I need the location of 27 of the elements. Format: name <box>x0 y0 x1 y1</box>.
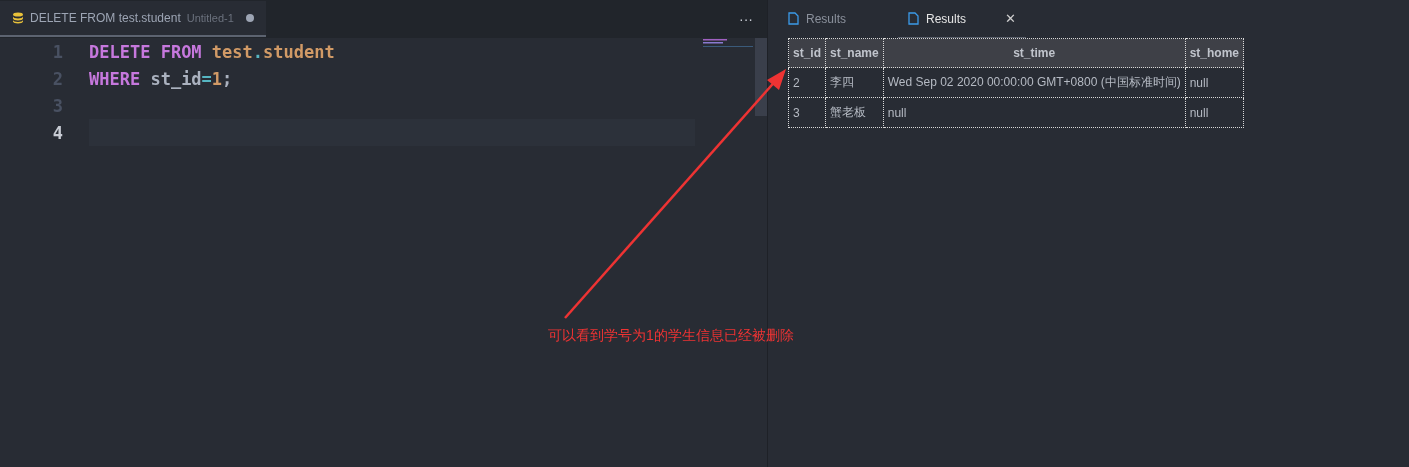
code-line: DELETE FROM test.student <box>89 41 335 62</box>
table-cell: 2 <box>788 67 826 98</box>
table-cell: null <box>883 97 1186 128</box>
tab-subtitle: Untitled-1 <box>186 12 234 24</box>
column-header: st_time <box>883 38 1186 68</box>
column-header: st_id <box>788 38 826 68</box>
table-cell: Wed Sep 02 2020 00:00:00 GMT+0800 (中国标准时间) <box>883 67 1186 98</box>
column-header: st_name <box>825 38 884 68</box>
file-icon <box>908 12 919 25</box>
table-cell: 蟹老板 <box>825 97 884 128</box>
more-actions-button[interactable]: ··· <box>739 11 753 27</box>
table-cell: null <box>1185 67 1244 98</box>
database-icon <box>12 12 24 24</box>
table-cell: null <box>1185 97 1244 128</box>
editor-tab[interactable]: DELETE FROM test.student Untitled-1 <box>0 1 266 37</box>
scrollbar[interactable] <box>755 38 767 116</box>
code-line: WHERE st_id=1; <box>89 68 233 89</box>
annotation-text: 可以看到学号为1的学生信息已经被删除 <box>548 327 794 345</box>
table-cell: 李四 <box>825 67 884 98</box>
column-header: st_home <box>1185 38 1244 68</box>
results-tab[interactable]: Results <box>778 0 898 38</box>
file-icon <box>788 12 799 25</box>
tab-title: DELETE FROM test.student <box>30 11 181 25</box>
close-icon[interactable]: ✕ <box>1005 11 1016 26</box>
line-number: 4 <box>51 122 63 143</box>
table-cell: 3 <box>788 97 826 128</box>
minimap-drawing <box>703 38 753 48</box>
